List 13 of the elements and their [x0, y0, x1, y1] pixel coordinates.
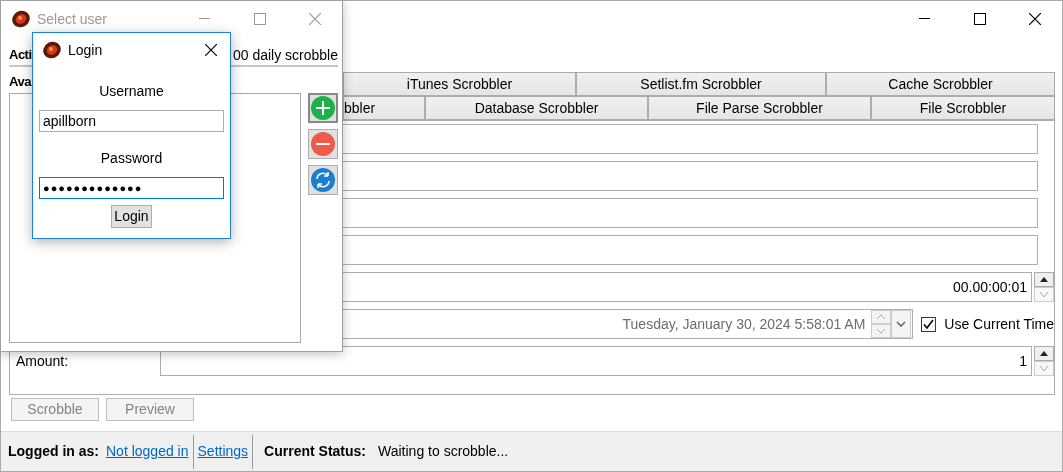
status-label: Current Status: [264, 442, 366, 461]
status-label: Logged in as: [8, 442, 99, 461]
status-text: Waiting to scrobble... [378, 442, 509, 461]
date-time-value: Tuesday, January 30, 2024 5:58:01 AM [622, 314, 866, 334]
field-label: Password [100, 150, 163, 166]
window-title: Select user [37, 9, 108, 29]
window-title: Login [68, 40, 103, 60]
header-text: 00 daily scrobble [232, 45, 338, 65]
field-label: Amount: [16, 352, 69, 369]
checkbox-label: Use Current Time [944, 314, 1054, 334]
header-label: Acti [9, 46, 32, 65]
field-label: Username [99, 83, 164, 99]
list-label: Ava [9, 74, 31, 89]
